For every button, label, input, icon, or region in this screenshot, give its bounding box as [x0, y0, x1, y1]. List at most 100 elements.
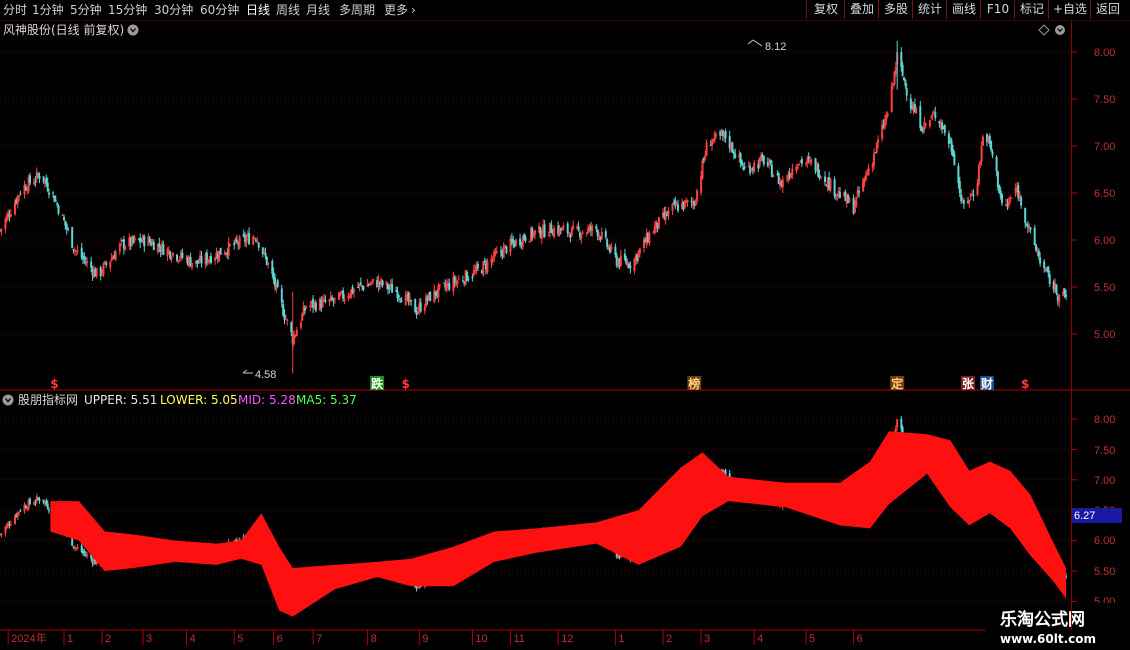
xtick-label: 3: [146, 633, 152, 645]
restore-rights-button[interactable]: 复权: [806, 0, 845, 19]
candle-body: [483, 260, 486, 262]
candle-body: [299, 322, 302, 328]
candle-body: [864, 174, 867, 180]
candle-body: [896, 419, 899, 428]
period-tab-daily[interactable]: 日线: [246, 1, 270, 19]
candle-body: [934, 112, 937, 118]
candle-body: [476, 264, 479, 269]
period-tab-timeshare[interactable]: 分时: [3, 1, 27, 19]
candle-body: [696, 190, 699, 202]
event-marker[interactable]: $: [50, 377, 58, 391]
period-tab-multi[interactable]: 多周期: [339, 1, 375, 19]
panel-menu-icon[interactable]: [1055, 25, 1065, 35]
period-tab-30min[interactable]: 30分钟: [154, 1, 193, 19]
add-watchlist-button[interactable]: +自选: [1048, 0, 1091, 19]
candle-body: [922, 131, 924, 133]
overlay-button[interactable]: 叠加: [844, 0, 879, 19]
period-tab-weekly[interactable]: 周线: [276, 1, 300, 19]
candle-body: [1024, 208, 1027, 223]
candle-body: [772, 175, 775, 178]
candle-body: [610, 245, 613, 250]
candle-body: [302, 306, 305, 316]
f10-button[interactable]: F10: [980, 0, 1015, 19]
candle-body: [191, 263, 193, 268]
event-marker[interactable]: 张: [962, 376, 975, 391]
event-marker[interactable]: 定: [891, 376, 903, 391]
event-marker[interactable]: $: [1021, 377, 1029, 391]
candle-body: [704, 155, 707, 159]
candle-body: [580, 234, 583, 239]
period-tab-more[interactable]: 更多: [384, 1, 408, 19]
kline-chart[interactable]: 8.00 7.50 7.00 6.50 6.00 5.50 5.00 8.00 …: [0, 0, 1130, 650]
candle-body: [995, 157, 998, 172]
candle-body: [290, 322, 293, 333]
candle-body: [177, 260, 180, 262]
candle-body: [982, 136, 984, 146]
draw-line-button[interactable]: 画线: [946, 0, 981, 19]
candle-body: [408, 297, 411, 303]
event-markers[interactable]: $ 跌 $ 榜 定 张财 $: [50, 376, 1029, 391]
candle-body: [461, 280, 464, 282]
chevron-right-icon[interactable]: ›: [411, 1, 416, 19]
indicator-ma5: MA5: 5.37: [296, 393, 357, 407]
candle-body: [14, 202, 16, 215]
ytick-label: 6.00: [1094, 535, 1115, 547]
period-tab-monthly[interactable]: 月线: [306, 1, 330, 19]
candle-body: [417, 311, 419, 313]
back-button[interactable]: 返回: [1090, 0, 1125, 19]
candle-body: [890, 85, 893, 113]
xtick-label: 2: [105, 633, 111, 645]
period-tab-1min[interactable]: 1分钟: [32, 1, 64, 19]
candle-body: [901, 64, 904, 76]
candle-body: [48, 510, 50, 512]
period-tab-60min[interactable]: 60分钟: [200, 1, 239, 19]
ytick-label: 7.00: [1094, 475, 1115, 487]
candle-body: [357, 287, 360, 289]
mark-button[interactable]: 标记: [1014, 0, 1049, 19]
ytick-label: 5.50: [1094, 566, 1115, 578]
event-marker[interactable]: $: [402, 377, 410, 391]
candle-body: [124, 246, 127, 250]
candle-body: [396, 291, 399, 299]
candle-body: [702, 158, 705, 160]
candle-body: [991, 151, 994, 156]
candle-body: [90, 261, 93, 268]
candle-body: [858, 190, 861, 193]
candle-body: [648, 233, 651, 244]
multi-stock-button[interactable]: 多股: [878, 0, 913, 19]
statistics-button[interactable]: 统计: [912, 0, 947, 19]
candle-body: [732, 151, 735, 155]
candle-body: [80, 545, 83, 552]
boll-band: [50, 431, 1066, 617]
candle-body: [1029, 227, 1032, 230]
indicator-dropdown-icon[interactable]: [2, 394, 14, 406]
candle-body: [102, 264, 105, 275]
candle-body: [515, 239, 517, 245]
event-marker[interactable]: 跌: [371, 376, 384, 391]
diamond-icon[interactable]: [1038, 24, 1050, 36]
period-tab-5min[interactable]: 5分钟: [70, 1, 102, 19]
indicator-name: 股朋指标网: [18, 392, 78, 407]
indicator-mid: MID: 5.28: [238, 393, 296, 407]
title-dropdown-icon[interactable]: [127, 24, 139, 36]
candle-body: [873, 154, 875, 166]
candle-body: [690, 201, 693, 203]
candle-body: [595, 226, 598, 229]
candle-body: [158, 243, 161, 248]
xtick-label: 6: [277, 633, 283, 645]
candle-body: [524, 237, 527, 241]
candle-body: [731, 142, 734, 153]
period-tab-15min[interactable]: 15分钟: [108, 1, 147, 19]
ytick-label: 5.50: [1094, 282, 1115, 294]
candle-body: [381, 280, 384, 286]
candle-body: [547, 235, 550, 237]
candle-body: [139, 237, 142, 243]
candle-body: [72, 249, 75, 251]
event-marker[interactable]: 财: [980, 376, 993, 391]
candle-body: [370, 281, 373, 283]
event-marker[interactable]: 榜: [688, 376, 700, 391]
xaxis-labels: 2024年 1 2 3 4 5 6 7 8 9 10 11 12 1 2 3 4 5 6: [7, 630, 863, 645]
candle-body: [990, 140, 993, 151]
candle-body: [486, 261, 489, 272]
candle-body: [1007, 201, 1010, 206]
